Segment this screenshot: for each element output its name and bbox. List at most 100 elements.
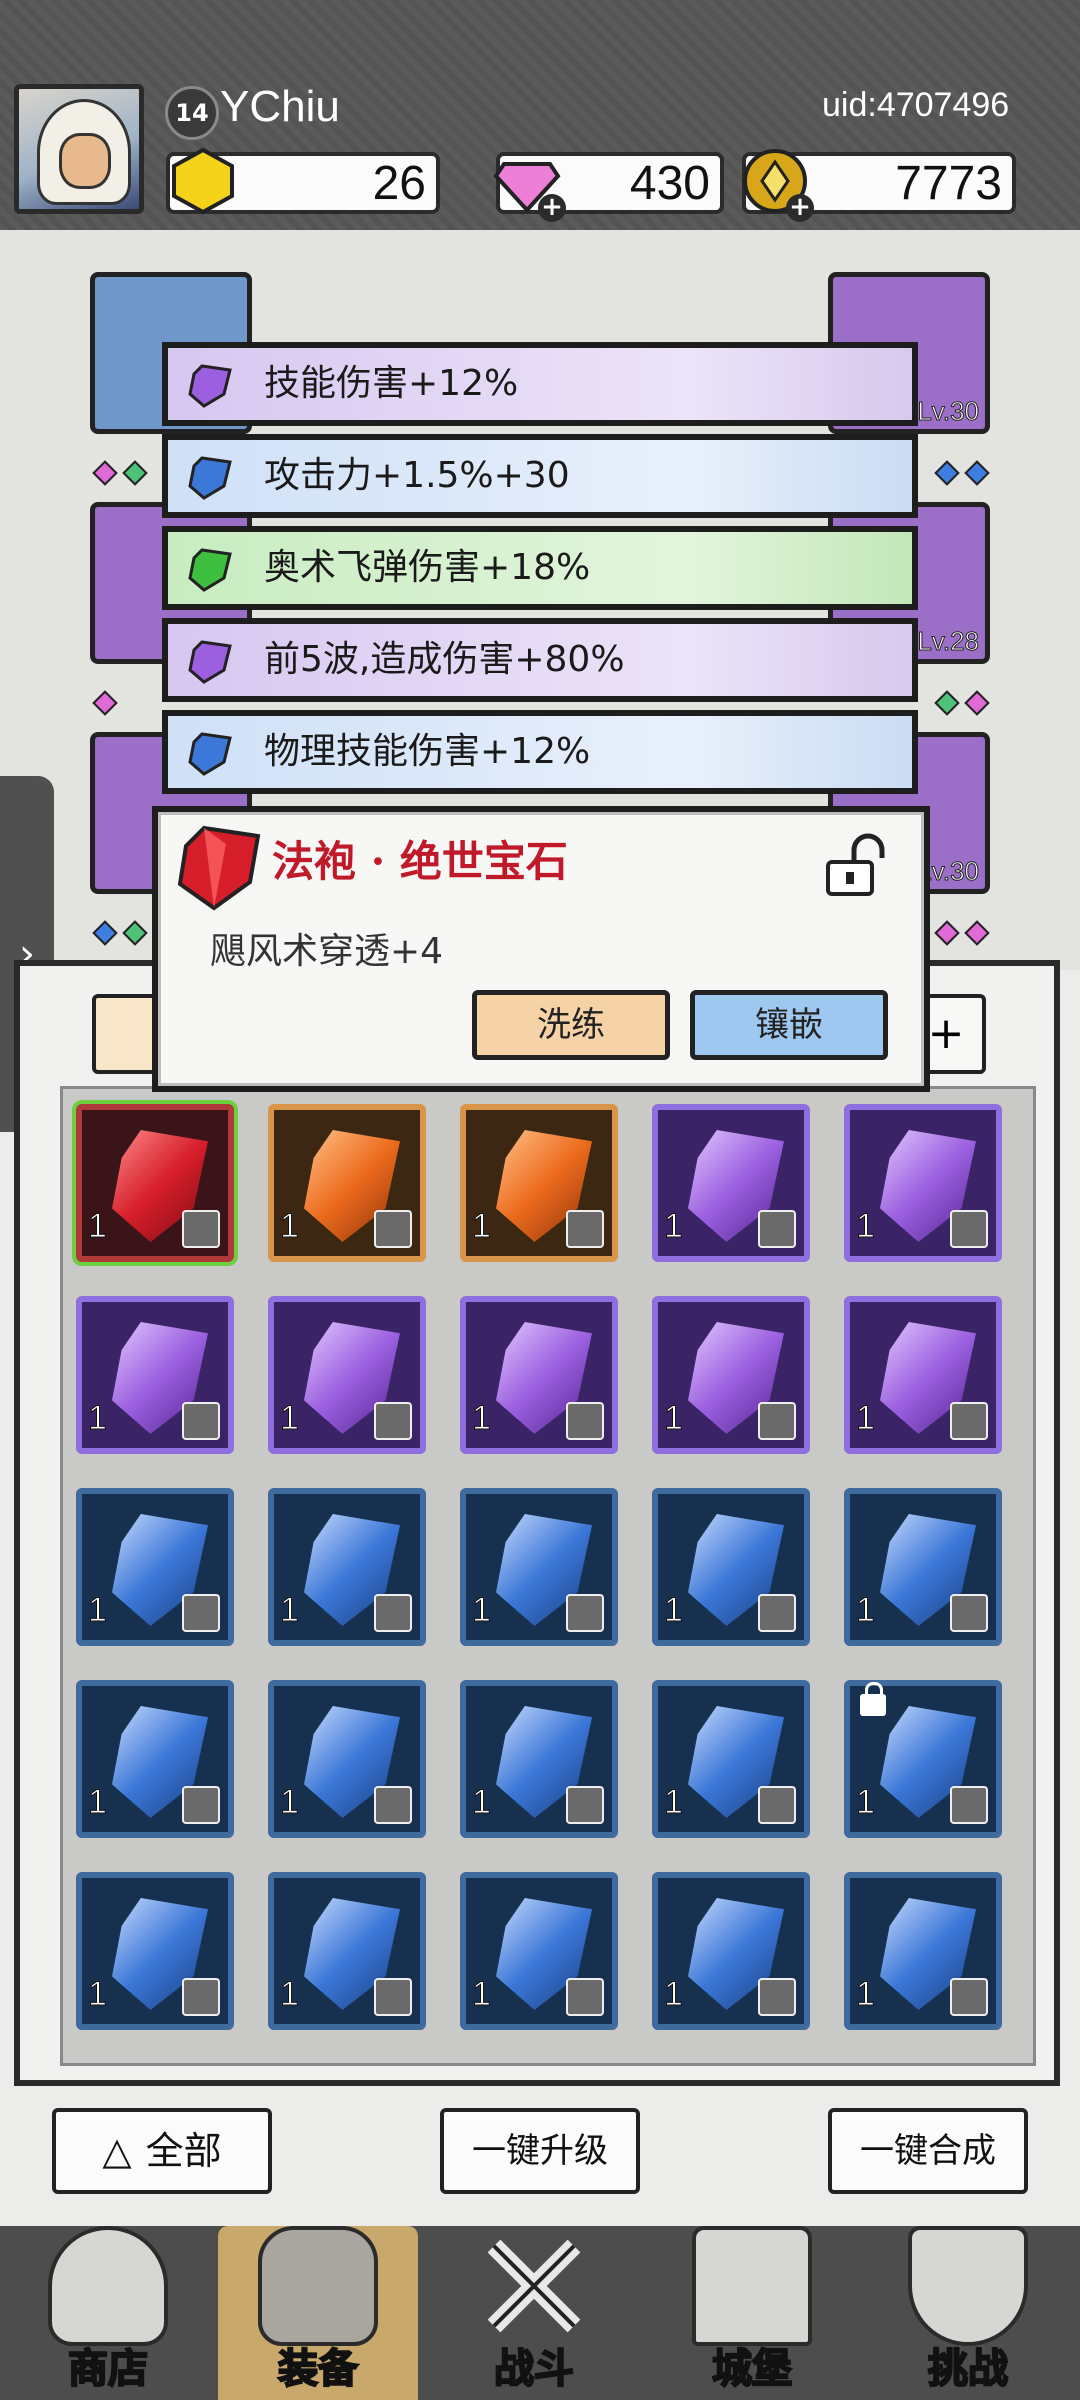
gem-quantity: 1 xyxy=(856,1207,876,1246)
equip-type-icon xyxy=(566,1786,604,1824)
triangle-icon: △ xyxy=(102,2129,132,2173)
equip-type-icon xyxy=(182,1402,220,1440)
equip-type-icon xyxy=(374,1978,412,2016)
equip-type-icon xyxy=(758,1786,796,1824)
inventory-gem-cell[interactable]: 1 xyxy=(76,1872,234,2030)
gem-quantity: 1 xyxy=(88,1591,108,1630)
equip-type-icon xyxy=(566,1210,604,1248)
inventory-gem-cell[interactable]: 1 xyxy=(652,1296,810,1454)
gem-quantity: 1 xyxy=(472,1783,492,1822)
equip-type-icon xyxy=(950,1786,988,1824)
inventory-gem-cell[interactable]: 1 xyxy=(268,1488,426,1646)
inventory-gem-cell[interactable]: 1 xyxy=(460,1296,618,1454)
inventory-gem-cell[interactable]: 1 xyxy=(460,1680,618,1838)
inventory-gem-cell[interactable]: 1 xyxy=(652,1104,810,1262)
inlay-button[interactable]: 镶嵌 xyxy=(690,990,888,1060)
inventory-gem-cell[interactable]: 1 xyxy=(844,1680,1002,1838)
inventory-gem-cell[interactable]: 1 xyxy=(844,1296,1002,1454)
nav-label: 城堡 xyxy=(711,2345,793,2393)
affix-text: 攻击力+1.5%+30 xyxy=(264,455,570,496)
gem-quantity: 1 xyxy=(280,1975,300,2014)
uid-label: uid:4707496 xyxy=(822,86,1010,124)
equip-type-icon xyxy=(182,1978,220,2016)
equip-type-icon xyxy=(374,1210,412,1248)
equip-type-icon xyxy=(950,1210,988,1248)
affix-row: 技能伤害+12% xyxy=(162,342,918,426)
inventory-gem-cell[interactable]: 1 xyxy=(844,1872,1002,2030)
inventory-gem-cell[interactable]: 1 xyxy=(268,1872,426,2030)
gem-quantity: 1 xyxy=(472,1399,492,1438)
inventory-gem-cell[interactable]: 1 xyxy=(460,1104,618,1262)
gem-quantity: 1 xyxy=(280,1591,300,1630)
equip-type-icon xyxy=(566,1594,604,1632)
nav-challenge[interactable]: 挑战 xyxy=(868,2226,1068,2400)
purple-gem-icon xyxy=(188,640,232,684)
swords-icon xyxy=(487,2239,581,2333)
nav-shop[interactable]: 商店 xyxy=(8,2226,208,2400)
popup-description: 飓风术穿透+4 xyxy=(210,931,444,972)
purple-gem-icon xyxy=(188,364,232,408)
inventory-gem-cell[interactable]: 1 xyxy=(652,1488,810,1646)
inventory-gem-cell[interactable]: 1 xyxy=(268,1680,426,1838)
affix-row: 攻击力+1.5%+30 xyxy=(162,434,918,518)
equip-type-icon xyxy=(182,1786,220,1824)
gem-quantity: 1 xyxy=(856,1783,876,1822)
inventory-gem-cell[interactable]: 1 xyxy=(268,1296,426,1454)
lock-icon xyxy=(860,1682,886,1716)
gem-quantity: 1 xyxy=(664,1975,684,2014)
gem-quantity: 1 xyxy=(472,1975,492,2014)
gem-quantity: 1 xyxy=(664,1399,684,1438)
red-gem-icon xyxy=(177,825,261,911)
equip-type-icon xyxy=(758,1978,796,2016)
slot-level: Lv.30 xyxy=(917,396,980,427)
gem-quantity: 1 xyxy=(88,1207,108,1246)
nav-label: 挑战 xyxy=(927,2345,1009,2393)
coin-icon[interactable]: + xyxy=(740,146,814,222)
gem-quantity: 1 xyxy=(664,1207,684,1246)
inventory-gem-cell[interactable]: 1 xyxy=(76,1104,234,1262)
plus-icon: + xyxy=(927,1008,965,1059)
nav-label: 商店 xyxy=(67,2345,149,2393)
reroll-button[interactable]: 洗练 xyxy=(472,990,670,1060)
shield-icon xyxy=(908,2226,1028,2346)
diamond-value: 430 xyxy=(629,157,710,210)
affix-text: 前5波,造成伤害+80% xyxy=(264,639,625,680)
gem-quantity: 1 xyxy=(856,1975,876,2014)
add-diamond-icon[interactable]: + xyxy=(538,194,566,222)
inventory-gem-cell[interactable]: 1 xyxy=(844,1488,1002,1646)
unlock-icon[interactable] xyxy=(820,830,890,900)
nav-battle[interactable]: 战斗 xyxy=(434,2226,634,2400)
equip-type-icon xyxy=(374,1402,412,1440)
level-badge: 14 xyxy=(165,86,219,140)
equip-type-icon xyxy=(950,1594,988,1632)
all-filter-button[interactable]: △ 全部 xyxy=(52,2108,272,2194)
add-coin-icon[interactable]: + xyxy=(786,194,814,222)
coin-value: 7773 xyxy=(895,157,1002,210)
merge-all-button[interactable]: 一键合成 xyxy=(828,2108,1028,2194)
inventory-gem-cell[interactable]: 1 xyxy=(460,1872,618,2030)
inventory-gem-cell[interactable]: 1 xyxy=(652,1872,810,2030)
affix-row: 物理技能伤害+12% xyxy=(162,710,918,794)
inventory-gem-cell[interactable]: 1 xyxy=(460,1488,618,1646)
gold-crystal-value: 26 xyxy=(372,157,426,210)
affix-text: 技能伤害+12% xyxy=(264,363,519,404)
inventory-gem-cell[interactable]: 1 xyxy=(652,1680,810,1838)
equip-type-icon xyxy=(374,1786,412,1824)
gem-quantity: 1 xyxy=(664,1783,684,1822)
equip-type-icon xyxy=(182,1594,220,1632)
inventory-gem-cell[interactable]: 1 xyxy=(76,1296,234,1454)
nav-castle[interactable]: 城堡 xyxy=(652,2226,852,2400)
player-avatar[interactable] xyxy=(14,84,144,214)
slot-level: Lv.28 xyxy=(917,626,980,657)
inventory-gem-cell[interactable]: 1 xyxy=(268,1104,426,1262)
blue-gem-icon xyxy=(188,456,232,500)
inventory-gem-cell[interactable]: 1 xyxy=(844,1104,1002,1262)
inventory-gem-cell[interactable]: 1 xyxy=(76,1680,234,1838)
nav-equipment[interactable]: 装备 xyxy=(218,2226,418,2400)
equip-type-icon xyxy=(566,1402,604,1440)
gem-quantity: 1 xyxy=(88,1975,108,2014)
inventory-gem-cell[interactable]: 1 xyxy=(76,1488,234,1646)
diamond-icon[interactable]: + xyxy=(492,146,566,222)
upgrade-all-button[interactable]: 一键升级 xyxy=(440,2108,640,2194)
gem-quantity: 1 xyxy=(472,1207,492,1246)
